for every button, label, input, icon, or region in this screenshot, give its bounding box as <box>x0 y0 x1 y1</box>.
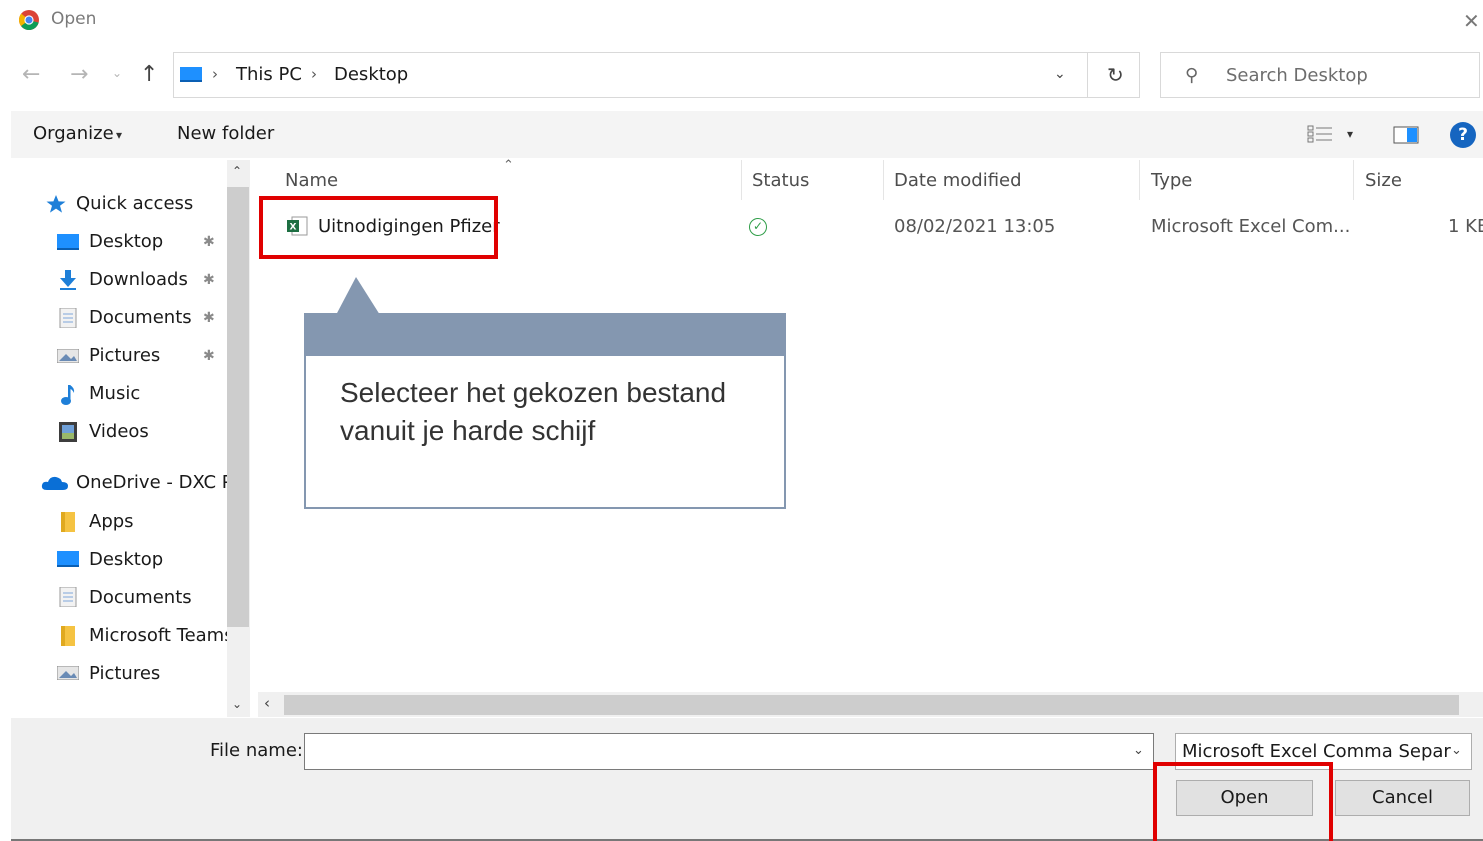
file-highlight-box <box>259 196 498 259</box>
search-input[interactable]: Search Desktop <box>1226 65 1368 86</box>
address-dropdown-icon[interactable]: ⌄ <box>1054 66 1066 82</box>
close-button[interactable]: ✕ <box>1463 9 1480 33</box>
address-bar[interactable]: › This PC › Desktop ⌄ ↻ <box>173 52 1140 98</box>
sidebar-item-quick-access[interactable]: Quick access <box>76 193 193 214</box>
help-icon[interactable]: ? <box>1450 122 1476 148</box>
sidebar-item-onedrive-documents[interactable]: Documents <box>89 587 192 608</box>
cancel-button[interactable]: Cancel <box>1335 780 1470 816</box>
desktop-icon <box>57 551 79 567</box>
sync-status-icon: ✓ <box>749 218 767 236</box>
download-icon <box>59 270 77 290</box>
callout-header <box>304 313 786 356</box>
column-divider[interactable] <box>883 160 884 200</box>
instruction-callout: Selecteer het gekozen bestand vanuit je … <box>304 313 786 509</box>
sort-ascending-icon: ⌃ <box>503 158 514 173</box>
refresh-icon[interactable]: ↻ <box>1107 63 1124 87</box>
folder-icon <box>61 512 75 532</box>
documents-icon <box>59 308 77 328</box>
breadcrumb-separator: › <box>311 65 317 83</box>
column-divider[interactable] <box>741 160 742 200</box>
chevron-down-icon[interactable]: ▾ <box>1347 127 1353 141</box>
divider <box>1087 53 1088 97</box>
sidebar-scroll-thumb[interactable] <box>227 187 249 627</box>
callout-text: Selecteer het gekozen bestand vanuit je … <box>340 377 727 446</box>
column-header-type[interactable]: Type <box>1151 170 1192 191</box>
title-bar: Open ✕ <box>0 0 1483 40</box>
up-button[interactable]: ↑ <box>140 62 158 87</box>
column-divider[interactable] <box>1139 160 1140 200</box>
horizontal-scroll-thumb[interactable] <box>284 695 1459 715</box>
sidebar-item-videos[interactable]: Videos <box>89 421 149 442</box>
column-divider[interactable] <box>1353 160 1354 200</box>
open-button-highlight-box <box>1153 762 1333 841</box>
organize-button[interactable]: Organize <box>33 123 114 144</box>
sidebar-item-onedrive-pictures[interactable]: Pictures <box>89 663 160 684</box>
view-options-icon[interactable] <box>1307 125 1333 143</box>
sidebar-item-desktop[interactable]: Desktop <box>89 231 163 252</box>
chevron-down-icon[interactable]: ⌄ <box>1133 743 1144 758</box>
breadcrumb-separator: › <box>212 65 218 83</box>
scroll-up-icon[interactable]: ⌃ <box>232 164 242 178</box>
forward-button[interactable]: → <box>70 62 88 87</box>
pin-icon: ✱ <box>203 272 215 288</box>
type-cell: Microsoft Excel Com... <box>1151 216 1351 237</box>
videos-icon <box>59 422 77 442</box>
horizontal-scrollbar[interactable]: ‹ <box>258 692 1483 717</box>
recent-locations-button[interactable]: ⌄ <box>112 66 122 80</box>
pin-icon: ✱ <box>203 348 215 364</box>
callout-body: Selecteer het gekozen bestand vanuit je … <box>304 356 786 509</box>
column-header-status[interactable]: Status <box>752 170 809 191</box>
scroll-left-icon[interactable]: ‹ <box>264 694 270 712</box>
search-box[interactable]: ⚲ Search Desktop <box>1160 52 1480 98</box>
breadcrumb-desktop[interactable]: Desktop <box>334 64 408 85</box>
navigation-pane: Quick access Desktop ✱ Downloads ✱ Docum… <box>11 160 251 717</box>
folder-icon <box>61 626 75 646</box>
column-header-size[interactable]: Size <box>1365 170 1402 191</box>
preview-pane-icon[interactable] <box>1393 126 1419 144</box>
pin-icon: ✱ <box>203 234 215 250</box>
new-folder-button[interactable]: New folder <box>177 123 274 144</box>
pictures-icon <box>57 666 79 680</box>
window-title: Open <box>51 9 97 29</box>
this-pc-icon <box>179 65 203 83</box>
sidebar-item-pictures[interactable]: Pictures <box>89 345 160 366</box>
file-type-value: Microsoft Excel Comma Separa <box>1182 741 1462 762</box>
sidebar-item-microsoft-teams[interactable]: Microsoft Teams <box>89 625 234 646</box>
chevron-down-icon[interactable]: ▾ <box>116 128 122 142</box>
back-button[interactable]: ← <box>22 62 40 87</box>
chevron-down-icon[interactable]: ⌄ <box>1451 743 1462 758</box>
file-name-label: File name: <box>210 740 303 761</box>
column-header-name[interactable]: Name <box>285 170 338 191</box>
callout-pointer <box>336 277 380 315</box>
sidebar-item-onedrive[interactable]: OneDrive - DXC P <box>76 472 233 493</box>
file-name-input[interactable]: ⌄ <box>304 733 1154 770</box>
music-icon <box>60 384 76 406</box>
column-header-date-modified[interactable]: Date modified <box>894 170 1022 191</box>
command-bar: Organize ▾ New folder ▾ ? <box>11 111 1483 158</box>
chrome-icon <box>18 9 40 31</box>
search-icon: ⚲ <box>1185 65 1199 86</box>
star-icon <box>45 194 67 214</box>
sidebar-item-documents[interactable]: Documents <box>89 307 192 328</box>
sidebar-item-music[interactable]: Music <box>89 383 140 404</box>
sidebar-item-onedrive-desktop[interactable]: Desktop <box>89 549 163 570</box>
scroll-down-icon[interactable]: ⌄ <box>232 697 242 711</box>
size-cell: 1 KB <box>1448 216 1483 237</box>
pictures-icon <box>57 349 79 363</box>
breadcrumb-this-pc[interactable]: This PC <box>236 64 302 85</box>
sidebar-item-downloads[interactable]: Downloads <box>89 269 188 290</box>
date-modified-cell: 08/02/2021 13:05 <box>894 216 1056 237</box>
documents-icon <box>59 587 77 607</box>
sidebar-item-apps[interactable]: Apps <box>89 511 134 532</box>
desktop-icon <box>57 234 79 250</box>
cloud-icon <box>41 475 69 491</box>
pin-icon: ✱ <box>203 310 215 326</box>
